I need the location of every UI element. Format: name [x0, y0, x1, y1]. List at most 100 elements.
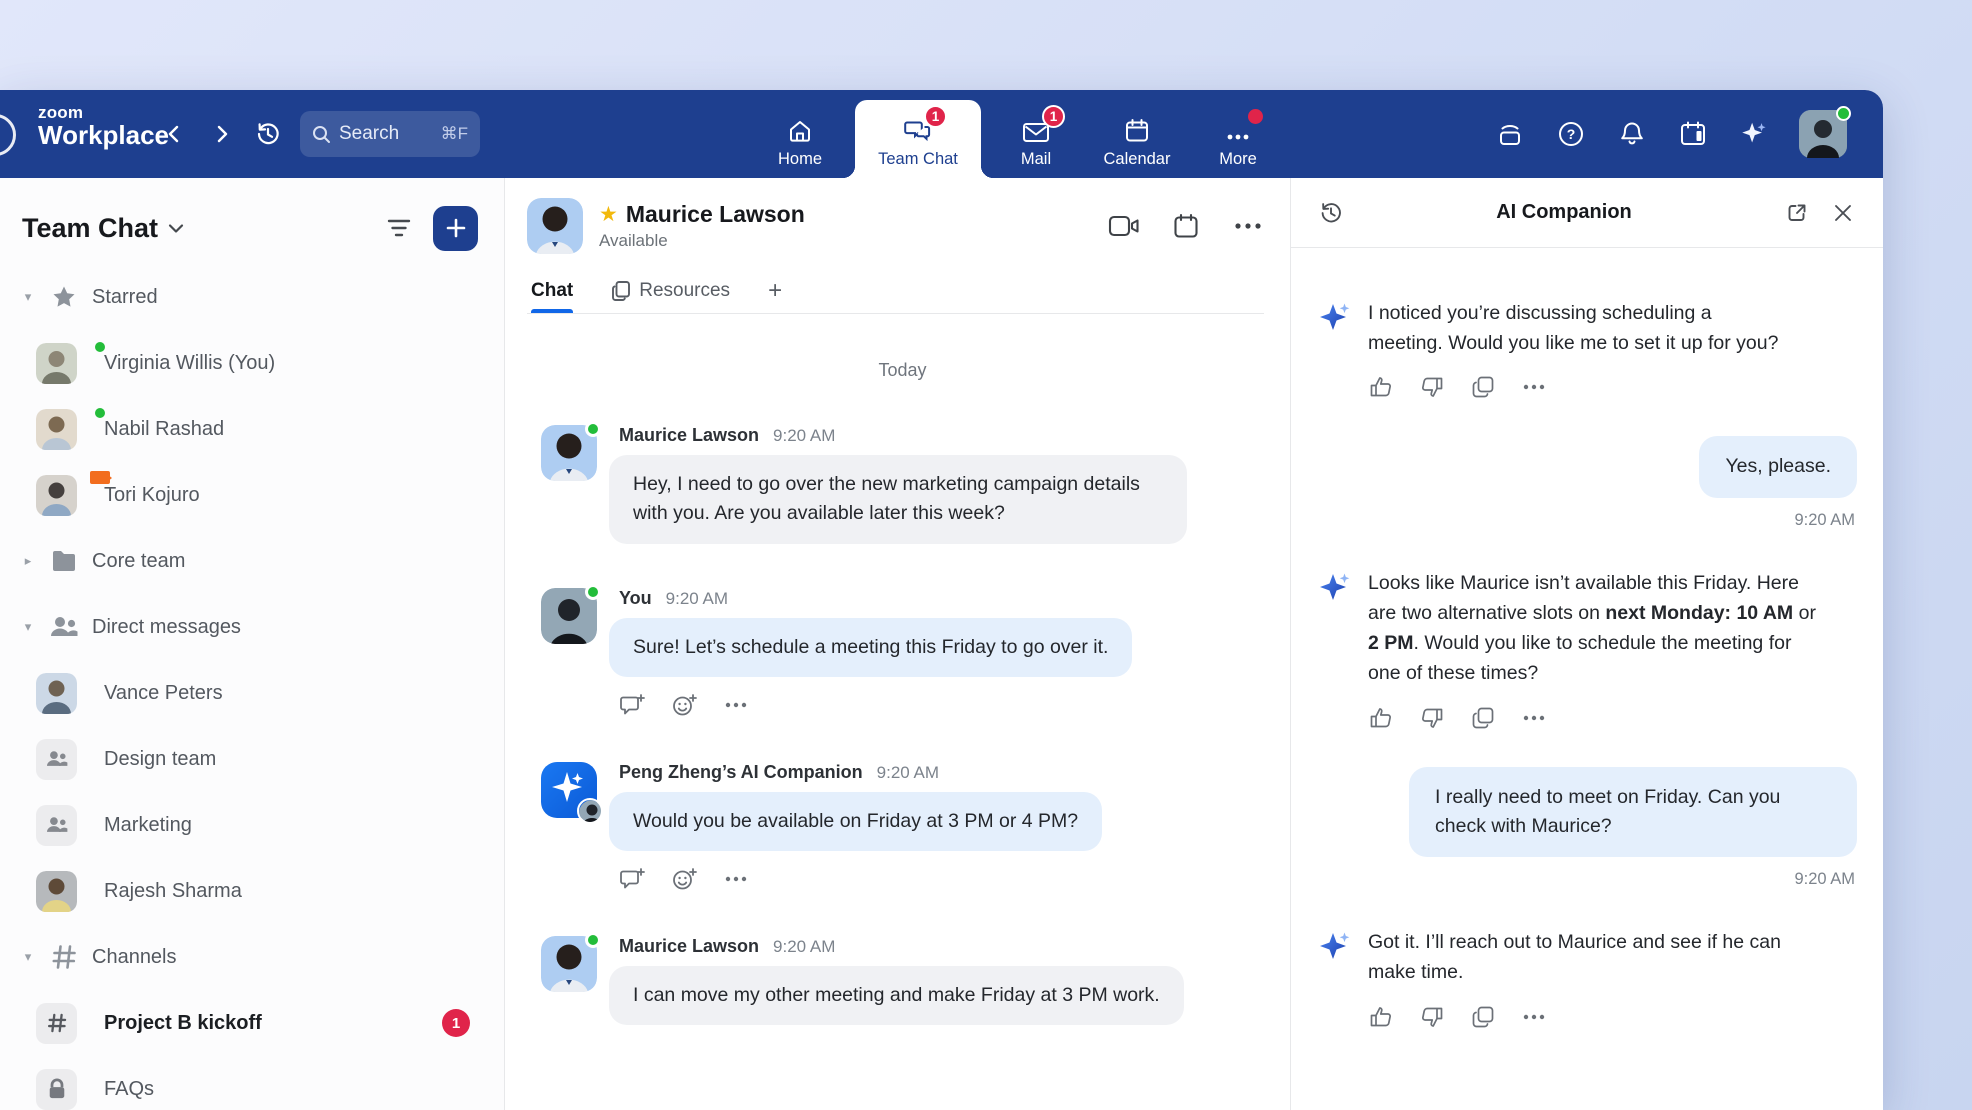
help-icon: ?	[1555, 118, 1587, 150]
ai-companion-button[interactable]	[1738, 118, 1770, 150]
tab-more[interactable]: More	[1192, 90, 1284, 178]
avatar	[36, 409, 104, 450]
more-options-button[interactable]	[1232, 210, 1264, 242]
filter-button[interactable]	[381, 210, 417, 246]
help-button[interactable]: ?	[1555, 118, 1587, 150]
tab-resources[interactable]: Resources	[611, 268, 730, 313]
svg-text:?: ?	[1567, 126, 1576, 142]
tab-label: Team Chat	[878, 150, 958, 169]
back-button[interactable]	[158, 118, 190, 150]
start-video-meeting-button[interactable]	[1108, 210, 1140, 242]
sidebar-item-marketing[interactable]: Marketing	[0, 792, 504, 858]
calendar-icon	[1123, 115, 1151, 145]
external-link-icon	[1785, 201, 1809, 225]
copy-button[interactable]	[1470, 374, 1496, 400]
sidebar-section-channels[interactable]: ▾ Channels	[0, 924, 504, 990]
thumbs-up-button[interactable]	[1368, 705, 1394, 731]
presence-online-dot	[585, 421, 601, 437]
tab-label: Calendar	[1104, 150, 1171, 169]
sidebar-section-starred[interactable]: ▾ Starred	[0, 264, 504, 330]
search-icon	[312, 125, 331, 144]
copy-button[interactable]	[1470, 1004, 1496, 1030]
avatar	[36, 343, 104, 384]
sidebar-title-dropdown[interactable]: Team Chat	[22, 213, 184, 244]
zoom-workplace-logo: zoom Workplace	[38, 104, 169, 149]
search-input[interactable]: Search ⌘F	[300, 111, 480, 157]
sidebar-item-vance-peters[interactable]: Vance Peters	[0, 660, 504, 726]
reply-in-thread-button[interactable]	[619, 692, 645, 718]
more-notification-dot	[1248, 109, 1263, 124]
sidebar-section-core-team[interactable]: ▸ Core team	[0, 528, 504, 594]
tab-chat[interactable]: Chat	[531, 268, 573, 313]
notifications-button[interactable]	[1616, 118, 1648, 150]
thumbs-down-button[interactable]	[1419, 1004, 1445, 1030]
close-panel-button[interactable]	[1827, 197, 1859, 229]
new-chat-button[interactable]	[433, 206, 478, 251]
starred-contact-icon[interactable]: ★	[599, 202, 618, 227]
sidebar-item-project-b-kickoff[interactable]: Project B kickoff 1	[0, 990, 504, 1056]
sidebar-item-tori-kojuro[interactable]: Tori Kojuro	[0, 462, 504, 528]
history-button[interactable]	[252, 118, 284, 150]
contact-name: Maurice Lawson	[626, 201, 805, 228]
ai-message-2: Looks like Maurice isn’t available this …	[1317, 568, 1857, 689]
caret-down-icon: ▾	[20, 619, 36, 635]
people-icon	[36, 614, 92, 640]
ai-history-button[interactable]	[1315, 197, 1347, 229]
sidebar-item-nabil-rashad[interactable]: Nabil Rashad	[0, 396, 504, 462]
schedule-button[interactable]	[1677, 118, 1709, 150]
tab-team-chat[interactable]: 1 Team Chat	[855, 100, 981, 178]
message-maurice-1: Maurice Lawson 9:20 AM Hey, I need to go…	[541, 425, 1264, 544]
thumbs-down-button[interactable]	[1419, 374, 1445, 400]
ai-sparkle-icon	[1738, 117, 1770, 151]
thumbs-up-button[interactable]	[1368, 374, 1394, 400]
message-actions	[609, 692, 1132, 718]
more-actions-button[interactable]	[723, 692, 749, 718]
more-actions-button[interactable]	[1521, 705, 1547, 731]
message-actions	[609, 866, 1102, 892]
message-list[interactable]: Today Maurice Lawson 9:20 AM Hey, I need…	[505, 314, 1290, 1110]
add-reaction-button[interactable]	[671, 692, 697, 718]
more-actions-button[interactable]	[723, 866, 749, 892]
more-actions-button[interactable]	[1521, 1004, 1547, 1030]
plus-icon	[445, 217, 467, 239]
sidebar-list: ▾ Starred Virginia Willis (You)	[0, 264, 504, 1110]
more-actions-button[interactable]	[1521, 374, 1547, 400]
sidebar-item-virginia-willis[interactable]: Virginia Willis (You)	[0, 330, 504, 396]
tab-label: More	[1219, 150, 1257, 169]
sidebar-item-rajesh-sharma[interactable]: Rajesh Sharma	[0, 858, 504, 924]
presence-in-meeting-icon	[88, 469, 112, 486]
folder-icon	[36, 549, 92, 573]
device-button[interactable]	[1494, 118, 1526, 150]
open-in-new-window-button[interactable]	[1781, 197, 1813, 229]
window-control-partial	[0, 114, 16, 156]
tab-mail[interactable]: 1 Mail	[990, 90, 1082, 178]
add-tab-button[interactable]: +	[768, 277, 782, 305]
copy-button[interactable]	[1470, 705, 1496, 731]
sidebar-item-faqs[interactable]: FAQs	[0, 1056, 504, 1110]
caret-right-icon: ▸	[20, 553, 36, 569]
add-reaction-button[interactable]	[671, 866, 697, 892]
sidebar-section-direct-messages[interactable]: ▾ Direct messages	[0, 594, 504, 660]
close-icon	[1832, 202, 1854, 224]
schedule-meeting-button[interactable]	[1170, 210, 1202, 242]
mail-badge: 1	[1042, 105, 1065, 128]
ai-message-1: I noticed you’re discussing scheduling a…	[1317, 298, 1857, 358]
contact-avatar[interactable]	[527, 198, 583, 254]
thumbs-up-button[interactable]	[1368, 1004, 1394, 1030]
reply-in-thread-button[interactable]	[619, 866, 645, 892]
history-icon	[253, 119, 283, 149]
thumbs-down-button[interactable]	[1419, 705, 1445, 731]
user-avatar[interactable]	[1799, 110, 1847, 158]
date-divider: Today	[541, 360, 1264, 381]
hash-icon	[36, 944, 92, 970]
tab-home[interactable]: Home	[754, 90, 846, 178]
forward-button[interactable]	[206, 118, 238, 150]
chevron-right-icon	[219, 127, 226, 141]
sidebar-item-design-team[interactable]: Design team	[0, 726, 504, 792]
ai-conversation[interactable]: I noticed you’re discussing scheduling a…	[1291, 248, 1883, 1110]
avatar	[541, 936, 597, 992]
message-bubble: Hey, I need to go over the new marketing…	[609, 455, 1187, 544]
ai-message-text: Got it. I’ll reach out to Maurice and se…	[1368, 927, 1820, 987]
tab-calendar[interactable]: Calendar	[1091, 90, 1183, 178]
message-bubble: I can move my other meeting and make Fri…	[609, 966, 1184, 1025]
